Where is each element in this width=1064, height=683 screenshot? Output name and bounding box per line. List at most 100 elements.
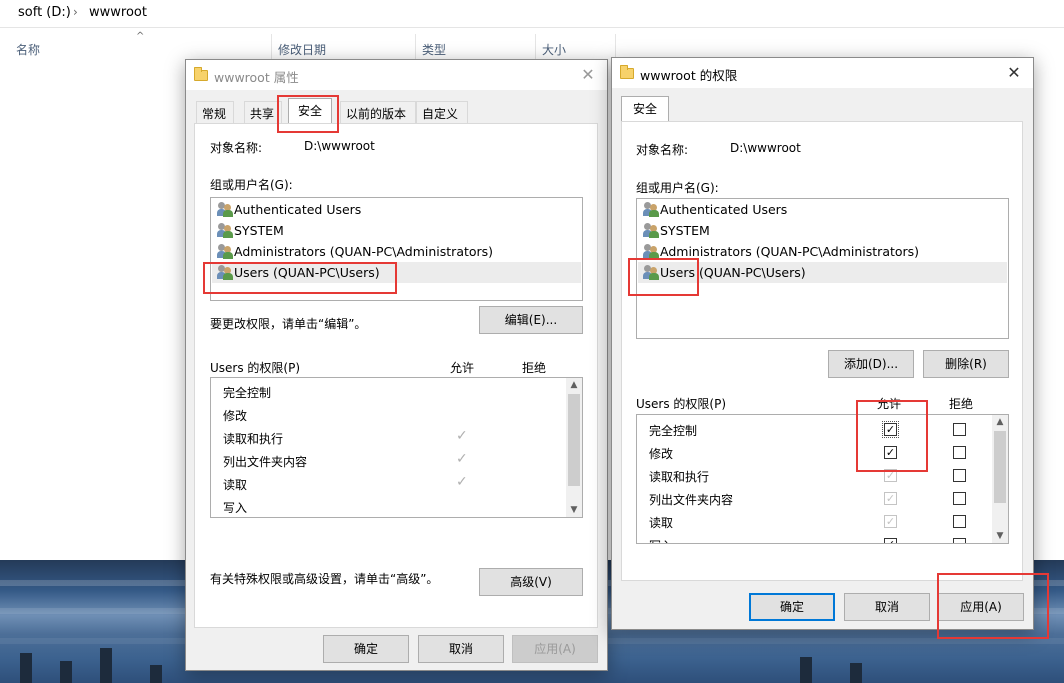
- user-name: Users (QUAN-PC\Users): [660, 265, 806, 280]
- user-name: Authenticated Users: [660, 202, 788, 217]
- list-item[interactable]: Administrators (QUAN-PC\Administrators): [638, 241, 1007, 262]
- close-icon[interactable]: ✕: [1003, 62, 1025, 84]
- permissions-scrollbar[interactable]: ▲ ▼: [992, 415, 1008, 543]
- folder-icon: [194, 67, 208, 81]
- user-name: Users (QUAN-PC\Users): [234, 265, 380, 280]
- users-icon: [643, 223, 659, 238]
- users-icon: [643, 244, 659, 259]
- list-item-selected[interactable]: Users (QUAN-PC\Users): [638, 262, 1007, 283]
- folder-icon: [620, 65, 634, 79]
- user-list[interactable]: Authenticated Users SYSTEM Administrator…: [636, 198, 1009, 339]
- users-icon: [643, 265, 659, 280]
- allow-checkbox[interactable]: ✓: [882, 421, 899, 438]
- user-list[interactable]: Authenticated Users SYSTEM Administrator…: [210, 197, 583, 301]
- ok-button[interactable]: 确定: [323, 635, 409, 663]
- permission-row: 写入 ✓: [637, 533, 993, 543]
- permissions-list: 完全控制 修改 读取和执行 ✓ 列出文件夹内容 ✓ 读取 ✓ 写入 ▲ ▼: [210, 377, 583, 518]
- tab-sharing[interactable]: 共享: [244, 101, 282, 123]
- permission-row: 写入: [211, 495, 567, 517]
- permission-name: 完全控制: [223, 386, 272, 400]
- users-icon: [643, 202, 659, 217]
- edit-hint: 要更改权限，请单击“编辑”。: [210, 317, 367, 331]
- add-button[interactable]: 添加(D)...: [828, 350, 914, 378]
- properties-title: wwwroot 属性: [214, 70, 299, 85]
- list-item[interactable]: Authenticated Users: [212, 199, 581, 220]
- permissions-label: Users 的权限(P): [210, 361, 301, 375]
- allow-checkbox[interactable]: ✓: [884, 446, 897, 459]
- permissions-dialog: wwwroot 的权限 ✕ 安全 对象名称: D:\wwwroot 组或用户名(…: [611, 57, 1034, 630]
- close-icon[interactable]: ✕: [577, 64, 599, 86]
- list-item-selected[interactable]: Users (QUAN-PC\Users): [212, 262, 581, 283]
- apply-button[interactable]: 应用(A): [938, 593, 1024, 621]
- deny-checkbox[interactable]: [953, 423, 966, 436]
- deny-checkbox[interactable]: [953, 538, 966, 543]
- users-icon: [217, 202, 233, 217]
- permissions-list: 完全控制 ✓ 修改 ✓ 读取和执行 ✓ 列出文件夹内容 ✓ 读取 ✓ ▲ ▼: [636, 414, 1009, 544]
- tab-general[interactable]: 常规: [196, 101, 234, 123]
- permission-row: 完全控制: [211, 380, 567, 403]
- permissions-scrollbar[interactable]: ▲ ▼: [566, 378, 582, 517]
- apply-button[interactable]: 应用(A): [512, 635, 598, 663]
- deny-checkbox[interactable]: [953, 515, 966, 528]
- list-item[interactable]: SYSTEM: [212, 220, 581, 241]
- scroll-down-icon[interactable]: ▼: [566, 503, 582, 517]
- list-item[interactable]: Authenticated Users: [638, 199, 1007, 220]
- breadcrumb-drive[interactable]: soft (D:): [18, 5, 71, 20]
- users-icon: [217, 265, 233, 280]
- scroll-down-icon[interactable]: ▼: [992, 529, 1008, 543]
- edit-button[interactable]: 编辑(E)...: [479, 306, 583, 334]
- properties-titlebar[interactable]: wwwroot 属性 ✕: [186, 60, 607, 90]
- scroll-thumb[interactable]: [994, 431, 1006, 503]
- advanced-button[interactable]: 高级(V): [479, 568, 583, 596]
- permission-name: 读取和执行: [649, 470, 710, 484]
- permission-row: 修改: [211, 403, 567, 426]
- permission-name: 列出文件夹内容: [649, 493, 734, 507]
- deny-checkbox[interactable]: [953, 446, 966, 459]
- permissions-titlebar[interactable]: wwwroot 的权限 ✕: [612, 58, 1033, 88]
- deny-header: 拒绝: [522, 361, 547, 375]
- permissions-label: Users 的权限(P): [636, 397, 727, 411]
- properties-dialog: wwwroot 属性 ✕ 常规 共享 安全 以前的版本 自定义 对象名称: D:…: [185, 59, 608, 671]
- deny-checkbox[interactable]: [953, 469, 966, 482]
- cancel-button[interactable]: 取消: [418, 635, 504, 663]
- allow-checkbox[interactable]: ✓: [884, 538, 897, 543]
- permission-row: 列出文件夹内容 ✓: [637, 487, 993, 510]
- permission-name: 列出文件夹内容: [223, 455, 308, 469]
- remove-button[interactable]: 删除(R): [923, 350, 1009, 378]
- users-icon: [217, 244, 233, 259]
- user-name: SYSTEM: [234, 223, 284, 238]
- allow-checkbox[interactable]: ✓: [884, 515, 897, 528]
- check-icon: ✓: [456, 451, 468, 467]
- breadcrumb-folder[interactable]: wwwroot: [89, 5, 147, 20]
- allow-checkbox[interactable]: ✓: [884, 492, 897, 505]
- users-icon: [217, 223, 233, 238]
- tab-previous-versions[interactable]: 以前的版本: [340, 101, 416, 123]
- user-name: SYSTEM: [660, 223, 710, 238]
- allow-checkbox[interactable]: ✓: [884, 469, 897, 482]
- address-bar[interactable]: soft (D:) › wwwroot: [0, 0, 1064, 28]
- permission-name: 读取: [649, 516, 674, 530]
- user-name: Authenticated Users: [234, 202, 362, 217]
- user-name: Administrators (QUAN-PC\Administrators): [660, 244, 920, 259]
- scroll-up-icon[interactable]: ▲: [992, 415, 1008, 429]
- tab-security[interactable]: 安全: [621, 96, 669, 121]
- permission-row: 读取和执行 ✓: [211, 426, 567, 449]
- permission-row: 读取 ✓: [637, 510, 993, 533]
- tab-security[interactable]: 安全: [288, 98, 332, 123]
- check-icon: ✓: [456, 474, 468, 490]
- object-name-label: 对象名称:: [636, 143, 689, 157]
- tab-customize[interactable]: 自定义: [416, 101, 468, 123]
- scroll-up-icon[interactable]: ▲: [566, 378, 582, 392]
- object-name-label: 对象名称:: [210, 141, 263, 155]
- ok-button[interactable]: 确定: [749, 593, 835, 621]
- cancel-button[interactable]: 取消: [844, 593, 930, 621]
- permission-name: 完全控制: [649, 424, 698, 438]
- deny-checkbox[interactable]: [953, 492, 966, 505]
- permission-name: 写入: [223, 501, 248, 515]
- permission-name: 写入: [649, 537, 673, 543]
- group-user-label: 组或用户名(G):: [636, 181, 719, 195]
- list-item[interactable]: SYSTEM: [638, 220, 1007, 241]
- group-user-label: 组或用户名(G):: [210, 178, 293, 192]
- list-item[interactable]: Administrators (QUAN-PC\Administrators): [212, 241, 581, 262]
- scroll-thumb[interactable]: [568, 394, 580, 486]
